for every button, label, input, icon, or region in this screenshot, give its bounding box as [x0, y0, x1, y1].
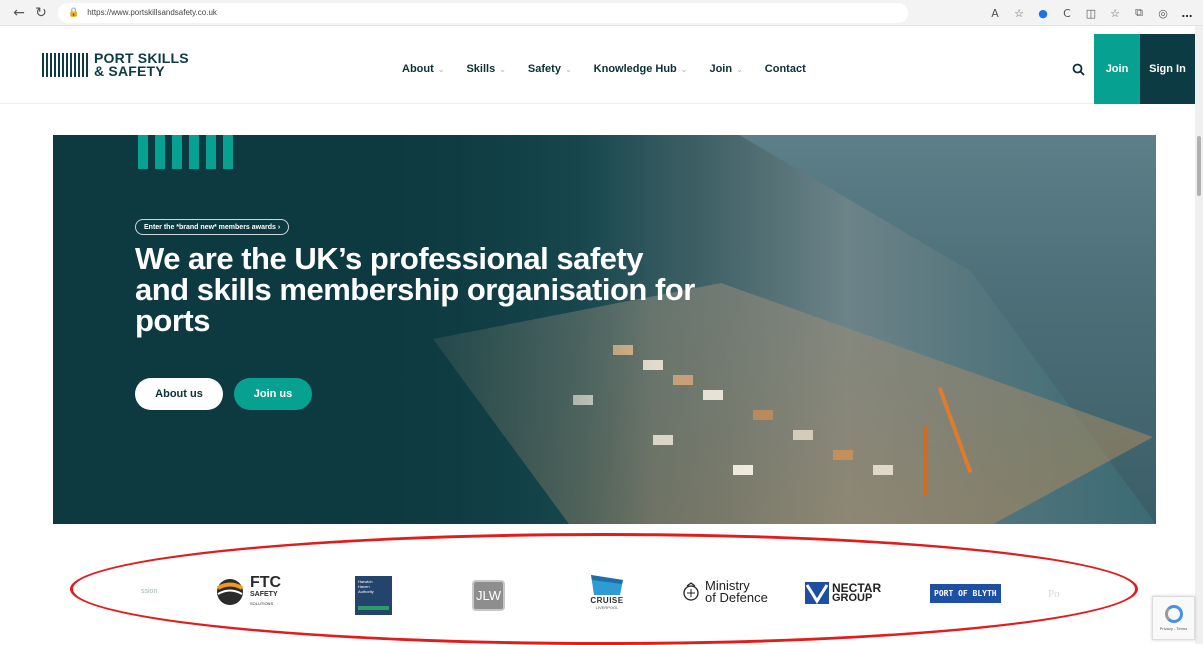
logo-line2: & SAFETY — [94, 63, 165, 79]
main-navigation: About ⌄ Skills ⌄ Safety ⌄ Knowledge Hub ⌄ Jo… — [402, 63, 828, 75]
container-graphic — [873, 465, 893, 475]
hero-title-line: We are the UK’s professional safety — [135, 241, 643, 276]
favorite-star-icon[interactable]: ☆ — [1009, 3, 1029, 23]
nav-item-knowledge-hub[interactable]: Knowledge Hub ⌄ — [594, 63, 688, 75]
browser-tools: A ☆ ● C ◫ ☆ ⧉ ◎ … — [985, 3, 1197, 23]
join-us-button[interactable]: Join us — [234, 378, 312, 410]
nav-item-about[interactable]: About ⌄ — [402, 63, 444, 75]
nav-label: About — [402, 63, 434, 75]
site-logo[interactable]: PORT SKILLS & SAFETY — [42, 51, 189, 79]
hero-title: We are the UK’s professional safety and … — [135, 243, 815, 336]
logo-bars-icon — [42, 53, 88, 77]
hero-title-line: and skills membership organisation for — [135, 272, 695, 307]
header-join-button[interactable]: Join — [1094, 34, 1140, 104]
container-graphic — [733, 465, 753, 475]
container-graphic — [833, 450, 853, 460]
favorites-icon[interactable]: ☆ — [1105, 3, 1125, 23]
scrollbar-thumb[interactable] — [1197, 136, 1201, 196]
recaptcha-icon — [1164, 605, 1183, 623]
url-text: https://www.portskillsandsafety.co.uk — [87, 8, 217, 17]
hero-banner: Enter the *brand new* members awards › W… — [53, 135, 1156, 524]
search-icon-svg — [1072, 63, 1085, 76]
nav-label: Skills — [466, 63, 496, 75]
chevron-down-icon: ⌄ — [680, 64, 688, 74]
read-aloud-icon[interactable]: A — [985, 3, 1005, 23]
container-graphic — [653, 435, 673, 445]
nav-label: Knowledge Hub — [593, 63, 677, 75]
extension-icon[interactable]: ● — [1033, 3, 1053, 23]
split-screen-icon[interactable]: ◫ — [1081, 3, 1101, 23]
recaptcha-text: Privacy - Terms — [1159, 626, 1188, 631]
browser-toolbar: ← ↻ 🔒 https://www.portskillsandsafety.co… — [0, 0, 1203, 26]
awards-link[interactable]: Enter the *brand new* members awards › — [135, 219, 290, 235]
container-graphic — [793, 430, 813, 440]
nav-label: Safety — [527, 63, 561, 75]
container-graphic — [703, 390, 723, 400]
search-icon[interactable] — [1062, 34, 1094, 104]
nav-item-skills[interactable]: Skills ⌄ — [466, 63, 505, 75]
container-graphic — [753, 410, 773, 420]
crane-graphic — [923, 425, 927, 495]
collections-icon[interactable]: ⧉ — [1129, 3, 1149, 23]
about-us-button[interactable]: About us — [135, 378, 223, 410]
chevron-down-icon: ⌄ — [499, 64, 506, 74]
nav-item-safety[interactable]: Safety ⌄ — [528, 63, 572, 75]
nav-label: Contact — [764, 63, 806, 75]
nav-item-join[interactable]: Join ⌄ — [709, 63, 742, 75]
refresh-icon[interactable]: ↻ — [30, 2, 52, 24]
hero-title-line: ports — [135, 303, 211, 338]
recaptcha-badge[interactable]: Privacy - Terms — [1152, 596, 1195, 640]
container-graphic — [673, 375, 693, 385]
extension-c-icon[interactable]: C — [1057, 3, 1077, 23]
more-menu-icon[interactable]: … — [1177, 3, 1197, 23]
chevron-down-icon: ⌄ — [736, 64, 743, 74]
chevron-down-icon: ⌄ — [437, 64, 445, 74]
highlight-ellipse — [70, 533, 1138, 645]
nav-label: Join — [709, 63, 733, 75]
site-header: PORT SKILLS & SAFETY About ⌄ Skills ⌄ Safe… — [0, 34, 1195, 104]
chevron-down-icon: ⌄ — [564, 64, 572, 74]
header-signin-button[interactable]: Sign In — [1140, 34, 1195, 104]
hero-bars-icon — [138, 135, 233, 169]
profile-icon[interactable]: ◎ — [1153, 3, 1173, 23]
logo-text: PORT SKILLS & SAFETY — [94, 51, 189, 79]
back-arrow-icon[interactable]: ← — [8, 2, 30, 24]
address-bar[interactable]: 🔒 https://www.portskillsandsafety.co.uk — [58, 2, 908, 23]
nav-item-contact[interactable]: Contact — [765, 63, 806, 75]
page-scrollbar[interactable] — [1195, 26, 1203, 644]
lock-icon: 🔒 — [68, 7, 80, 18]
